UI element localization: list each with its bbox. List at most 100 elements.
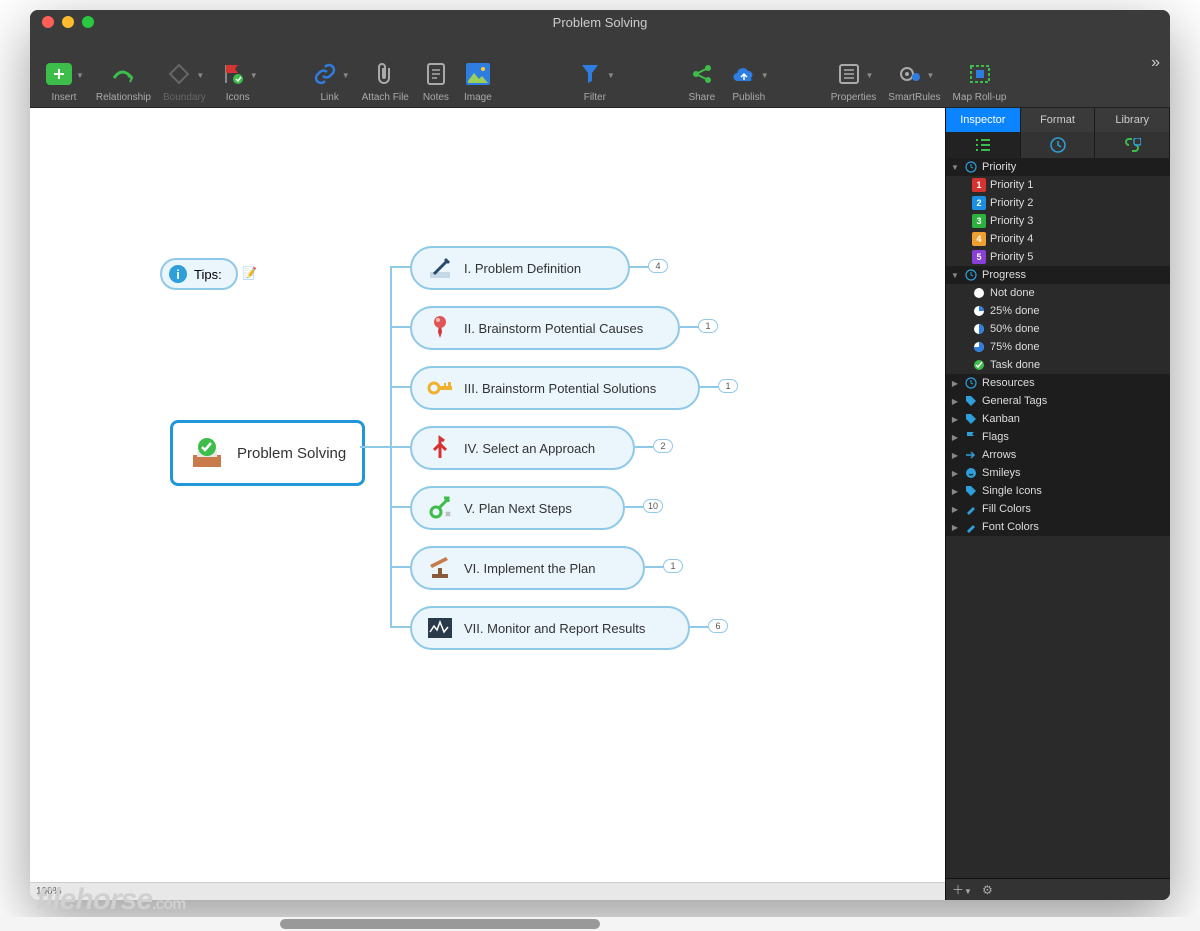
tree-item[interactable]: 5Priority 5 [946, 248, 1170, 266]
connector-tail [625, 506, 643, 508]
zoom-window-button[interactable] [82, 16, 94, 28]
notes-button[interactable]: Notes [415, 39, 457, 103]
node-label: IV. Select an Approach [464, 441, 595, 456]
child-count-badge[interactable]: 1 [663, 559, 683, 573]
tree-group-arrows[interactable]: ▶Arrows [946, 446, 1170, 464]
connector-tail [680, 326, 698, 328]
connector-branch [390, 266, 410, 268]
tree-group-font_colors[interactable]: ▶Font Colors [946, 518, 1170, 536]
tree-item[interactable]: Not done [946, 284, 1170, 302]
tree-item[interactable]: 1Priority 1 [946, 176, 1170, 194]
notes-icon [421, 60, 451, 88]
map-node[interactable]: VII. Monitor and Report Results [410, 606, 690, 650]
child-count-badge[interactable]: 10 [643, 499, 663, 513]
sidebar-tabs: Inspector Format Library [946, 108, 1170, 132]
close-window-button[interactable] [42, 16, 54, 28]
tree-group-fill_colors[interactable]: ▶Fill Colors [946, 500, 1170, 518]
insert-button[interactable]: ▼ Insert [38, 39, 90, 103]
node-icon [426, 494, 454, 522]
publish-button[interactable]: ▼ Publish [723, 39, 775, 103]
filter-icon [575, 60, 605, 88]
node-icon [426, 554, 454, 582]
smartrules-button[interactable]: ▼ SmartRules [882, 39, 946, 103]
settings-button[interactable]: ⚙ [982, 883, 993, 897]
map-node[interactable]: VI. Implement the Plan [410, 546, 645, 590]
connector-tail [645, 566, 663, 568]
inbox-check-icon [189, 435, 225, 471]
image-button[interactable]: Image [457, 39, 499, 103]
root-node[interactable]: Problem Solving [170, 420, 365, 486]
paperclip-icon [370, 60, 400, 88]
tree-group-progress[interactable]: ▼Progress [946, 266, 1170, 284]
connector-tail [630, 266, 648, 268]
tab-format[interactable]: Format [1021, 108, 1096, 132]
tree-item[interactable]: 2Priority 2 [946, 194, 1170, 212]
tab-inspector[interactable]: Inspector [946, 108, 1021, 132]
tab-library[interactable]: Library [1095, 108, 1170, 132]
connector-tail [690, 626, 708, 628]
node-label: VII. Monitor and Report Results [464, 621, 645, 636]
node-icon [426, 254, 454, 282]
toolbar-overflow-button[interactable]: » [1151, 54, 1160, 72]
boundary-button[interactable]: ▼ Boundary [157, 39, 212, 103]
info-icon: i [168, 264, 188, 284]
tree-group-priority[interactable]: ▼Priority [946, 158, 1170, 176]
traffic-lights [30, 16, 94, 28]
map-node[interactable]: I. Problem Definition [410, 246, 630, 290]
tips-node[interactable]: i Tips: [160, 258, 238, 290]
link-button[interactable]: ▼ Link [304, 39, 356, 103]
image-icon [463, 60, 493, 88]
map-node[interactable]: III. Brainstorm Potential Solutions [410, 366, 700, 410]
map-node[interactable]: IV. Select an Approach [410, 426, 635, 470]
tree-group-flags[interactable]: ▶Flags [946, 428, 1170, 446]
tree-item[interactable]: 50% done [946, 320, 1170, 338]
tree-group-single_icons[interactable]: ▶Single Icons [946, 482, 1170, 500]
child-count-badge[interactable]: 1 [698, 319, 718, 333]
map-node[interactable]: II. Brainstorm Potential Causes [410, 306, 680, 350]
share-icon [687, 60, 717, 88]
tree-group-smileys[interactable]: ▶Smileys [946, 464, 1170, 482]
gear-icon [894, 60, 924, 88]
clock-icon [1050, 137, 1066, 153]
child-count-badge[interactable]: 1 [718, 379, 738, 393]
app-window: Problem Solving ▼ Insert Relationship ▼ … [30, 10, 1170, 900]
share-button[interactable]: Share [681, 39, 723, 103]
rollup-icon [965, 60, 995, 88]
properties-button[interactable]: ▼ Properties [825, 39, 883, 103]
canvas-wrap: i Tips: 📝 Problem Solving I. Problem Def… [30, 108, 945, 900]
watermark: filehorse.com [36, 883, 185, 917]
node-label: II. Brainstorm Potential Causes [464, 321, 643, 336]
connector-branch [390, 506, 410, 508]
relationship-icon [108, 60, 138, 88]
child-count-badge[interactable]: 2 [653, 439, 673, 453]
tree-item[interactable]: 3Priority 3 [946, 212, 1170, 230]
tree-item[interactable]: Task done [946, 356, 1170, 374]
tree-item[interactable]: 75% done [946, 338, 1170, 356]
attach-button[interactable]: Attach File [356, 39, 415, 103]
tree-item[interactable]: 25% done [946, 302, 1170, 320]
flag-icon [218, 60, 248, 88]
mindmap-canvas[interactable]: i Tips: 📝 Problem Solving I. Problem Def… [30, 108, 945, 882]
connector-branch [390, 626, 410, 628]
icons-button[interactable]: ▼ Icons [212, 39, 264, 103]
subtab-link[interactable] [1095, 132, 1170, 158]
filter-button[interactable]: ▼ Filter [569, 39, 621, 103]
subtab-task[interactable] [1021, 132, 1096, 158]
tree-group-general_tags[interactable]: ▶General Tags [946, 392, 1170, 410]
subtab-markers[interactable] [946, 132, 1021, 158]
map-node[interactable]: V. Plan Next Steps [410, 486, 625, 530]
connector-branch [390, 386, 410, 388]
tree-group-resources[interactable]: ▶Resources [946, 374, 1170, 392]
node-icon [426, 434, 454, 462]
relationship-button[interactable]: Relationship [90, 39, 157, 103]
tree-item[interactable]: 4Priority 4 [946, 230, 1170, 248]
tree-group-kanban[interactable]: ▶Kanban [946, 410, 1170, 428]
body: i Tips: 📝 Problem Solving I. Problem Def… [30, 108, 1170, 900]
add-marker-button[interactable]: ＋▼ [952, 881, 972, 898]
minimize-window-button[interactable] [62, 16, 74, 28]
child-count-badge[interactable]: 6 [708, 619, 728, 633]
child-count-badge[interactable]: 4 [648, 259, 668, 273]
rollup-button[interactable]: Map Roll-up [947, 39, 1013, 103]
tips-note-icon[interactable]: 📝 [242, 266, 257, 280]
connector-root [360, 446, 390, 448]
